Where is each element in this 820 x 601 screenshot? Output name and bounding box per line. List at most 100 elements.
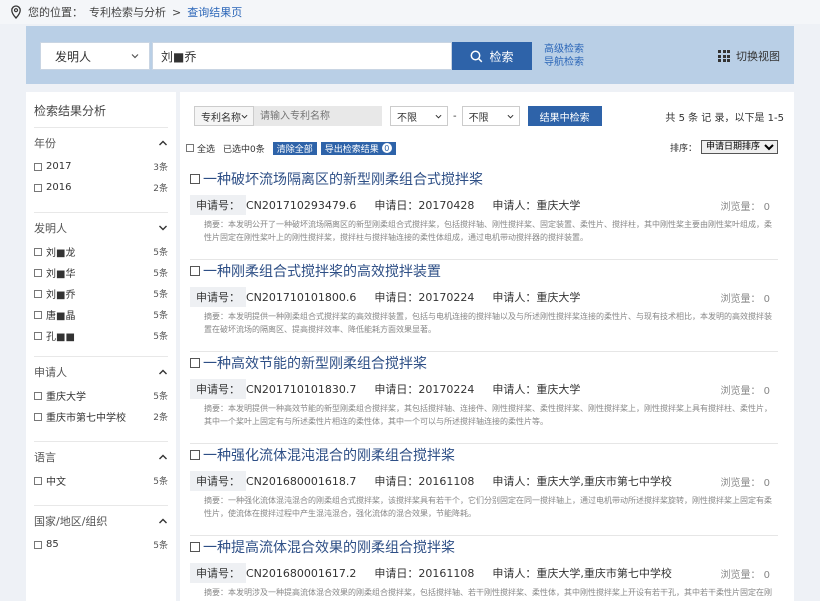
facet-item[interactable]: 重庆市第七中学校 2条	[34, 406, 168, 427]
facet-header[interactable]: 年份	[34, 134, 168, 152]
result-total: 共 5 条 记 录，以下是 1-5	[665, 113, 784, 124]
nav-search-link[interactable]: 导航检索	[544, 56, 584, 69]
search-field-select[interactable]: 发明人	[40, 42, 150, 70]
facet-item-count: 3条	[153, 163, 168, 173]
switch-view-button[interactable]: 切换视图	[718, 48, 780, 64]
applicant-label: 申请人：	[492, 291, 537, 304]
search-button[interactable]: 检索	[452, 42, 532, 70]
result-title[interactable]: 一种提高流体混合效果的刚柔组合搅拌桨	[190, 536, 778, 558]
checkbox[interactable]	[34, 540, 42, 549]
facet-header[interactable]: 语言	[34, 448, 168, 466]
applicant-label: 申请人：	[492, 475, 537, 488]
app-date-label: 申请日：	[374, 291, 419, 304]
sort-select[interactable]: 申请日期排序	[701, 140, 778, 154]
facet-item[interactable]: 2016 2条	[34, 177, 168, 198]
filter-input[interactable]	[254, 106, 382, 126]
search-input[interactable]	[152, 42, 452, 70]
facet-item[interactable]: 刘■龙 5条	[34, 241, 168, 262]
facet-item-count: 2条	[153, 184, 168, 194]
clear-all-label: 清除全部	[276, 144, 313, 155]
applicant-label: 申请人：	[492, 567, 537, 580]
facet-item[interactable]: 85 5条	[34, 534, 168, 555]
result-item: 一种强化流体混沌混合的刚柔组合搅拌桨 申请号： CN201680001618.7 …	[190, 444, 778, 536]
facet-item[interactable]: 2017 3条	[34, 156, 168, 177]
selected-count: 已选中0条	[223, 144, 265, 155]
facet-item-count: 5条	[153, 248, 168, 258]
app-date-value: 20161108	[418, 474, 475, 488]
facet-item-count: 5条	[153, 541, 168, 551]
result-checkbox[interactable]	[190, 450, 200, 460]
applicant-value: 重庆大学	[536, 383, 581, 396]
checkbox[interactable]	[34, 183, 42, 192]
result-checkbox[interactable]	[190, 542, 200, 552]
result-checkbox[interactable]	[190, 266, 200, 276]
facet-header[interactable]: 发明人	[34, 219, 168, 237]
facet-item-label: 2017	[46, 161, 72, 172]
result-title[interactable]: 一种强化流体混沌混合的刚柔组合搅拌桨	[190, 444, 778, 466]
chevron-up-icon	[159, 454, 167, 460]
facet-header[interactable]: 国家/地区/组织	[34, 512, 168, 530]
app-date-label: 申请日：	[374, 199, 419, 212]
facet-title: 发明人	[34, 222, 67, 235]
result-list: 一种破坏流场隔离区的新型刚柔组合式搅拌桨 申请号： CN201710293479.…	[190, 168, 778, 601]
facet-item[interactable]: 重庆大学 5条	[34, 385, 168, 406]
checkbox[interactable]	[34, 331, 42, 340]
result-meta: 申请号： CN201680001617.2 申请日： 20161108 申请人： 重庆…	[190, 563, 778, 583]
result-checkbox[interactable]	[190, 358, 200, 368]
result-title[interactable]: 一种刚柔组合式搅拌桨的高效搅拌装置	[190, 260, 778, 282]
facet-title: 年份	[34, 137, 56, 150]
result-checkbox[interactable]	[190, 174, 200, 184]
result-title[interactable]: 一种破坏流场隔离区的新型刚柔组合式搅拌桨	[190, 168, 778, 190]
app-no-label: 申请号：	[190, 471, 246, 491]
facet-item-label: 刘■乔	[46, 290, 76, 301]
breadcrumb-section[interactable]: 专利检索与分析	[89, 4, 166, 20]
app-no-value: CN201710101830.7	[246, 382, 357, 396]
facet-item-count: 2条	[153, 413, 168, 423]
result-title-text[interactable]: 一种高效节能的新型刚柔组合搅拌桨	[203, 353, 427, 373]
export-results-label: 导出检索结果	[324, 144, 379, 155]
clear-all-button[interactable]: 清除全部	[272, 141, 317, 155]
filter-field-select[interactable]: 专利名称	[194, 106, 254, 126]
select-all-checkbox[interactable]	[186, 144, 194, 152]
facet-item-label: 2016	[46, 182, 72, 193]
result-title[interactable]: 一种高效节能的新型刚柔组合搅拌桨	[190, 352, 778, 374]
checkbox[interactable]	[34, 310, 42, 319]
result-item: 一种破坏流场隔离区的新型刚柔组合式搅拌桨 申请号： CN201710293479.…	[190, 168, 778, 260]
date-from-select[interactable]: 不限	[390, 106, 448, 126]
facet-applicant: 申请人 重庆大学 5条 重庆市第七中学校 2条	[34, 356, 168, 427]
facet-item[interactable]: 孔■■ 5条	[34, 325, 168, 346]
checkbox[interactable]	[34, 162, 42, 171]
checkbox[interactable]	[34, 289, 42, 298]
date-to-select[interactable]: 不限	[461, 106, 520, 126]
export-results-button[interactable]: 导出检索结果 0	[320, 141, 396, 155]
facet-item[interactable]: 刘■华 5条	[34, 262, 168, 283]
checkbox[interactable]	[34, 476, 42, 485]
search-within-button[interactable]: 结果中检索	[527, 106, 602, 126]
search-field-label: 发明人	[55, 49, 92, 64]
result-title-text[interactable]: 一种破坏流场隔离区的新型刚柔组合式搅拌桨	[203, 169, 483, 189]
facet-item-count: 5条	[153, 290, 168, 300]
checkbox[interactable]	[34, 268, 42, 277]
app-no-value: CN201680001617.2	[246, 566, 357, 580]
facet-item[interactable]: 中文 5条	[34, 470, 168, 491]
result-title-text[interactable]: 一种强化流体混沌混合的刚柔组合搅拌桨	[203, 445, 455, 465]
app-date-value: 20161108	[418, 566, 475, 580]
facet-item-label: 刘■龙	[46, 248, 76, 259]
export-count-badge: 0	[381, 143, 392, 153]
checkbox[interactable]	[34, 412, 42, 421]
facet-item[interactable]: 刘■乔 5条	[34, 283, 168, 304]
facet-item[interactable]: 唐■晶 5条	[34, 304, 168, 325]
checkbox[interactable]	[34, 391, 42, 400]
facet-item-count: 5条	[153, 269, 168, 279]
breadcrumb-current[interactable]: 查询结果页	[187, 4, 242, 20]
facet-year: 年份 2017 3条 2016 2条	[34, 127, 168, 198]
facet-header[interactable]: 申请人	[34, 363, 168, 381]
app-no-label: 申请号：	[190, 379, 246, 399]
result-title-text[interactable]: 一种提高流体混合效果的刚柔组合搅拌桨	[203, 537, 455, 557]
checkbox[interactable]	[34, 247, 42, 256]
date-to-label: 不限	[468, 112, 489, 124]
result-title-text[interactable]: 一种刚柔组合式搅拌桨的高效搅拌装置	[203, 261, 441, 281]
app-no-label: 申请号：	[190, 563, 246, 583]
app-no-value: CN201680001618.7	[246, 474, 357, 488]
advanced-search-link[interactable]: 高级检索	[544, 43, 584, 56]
